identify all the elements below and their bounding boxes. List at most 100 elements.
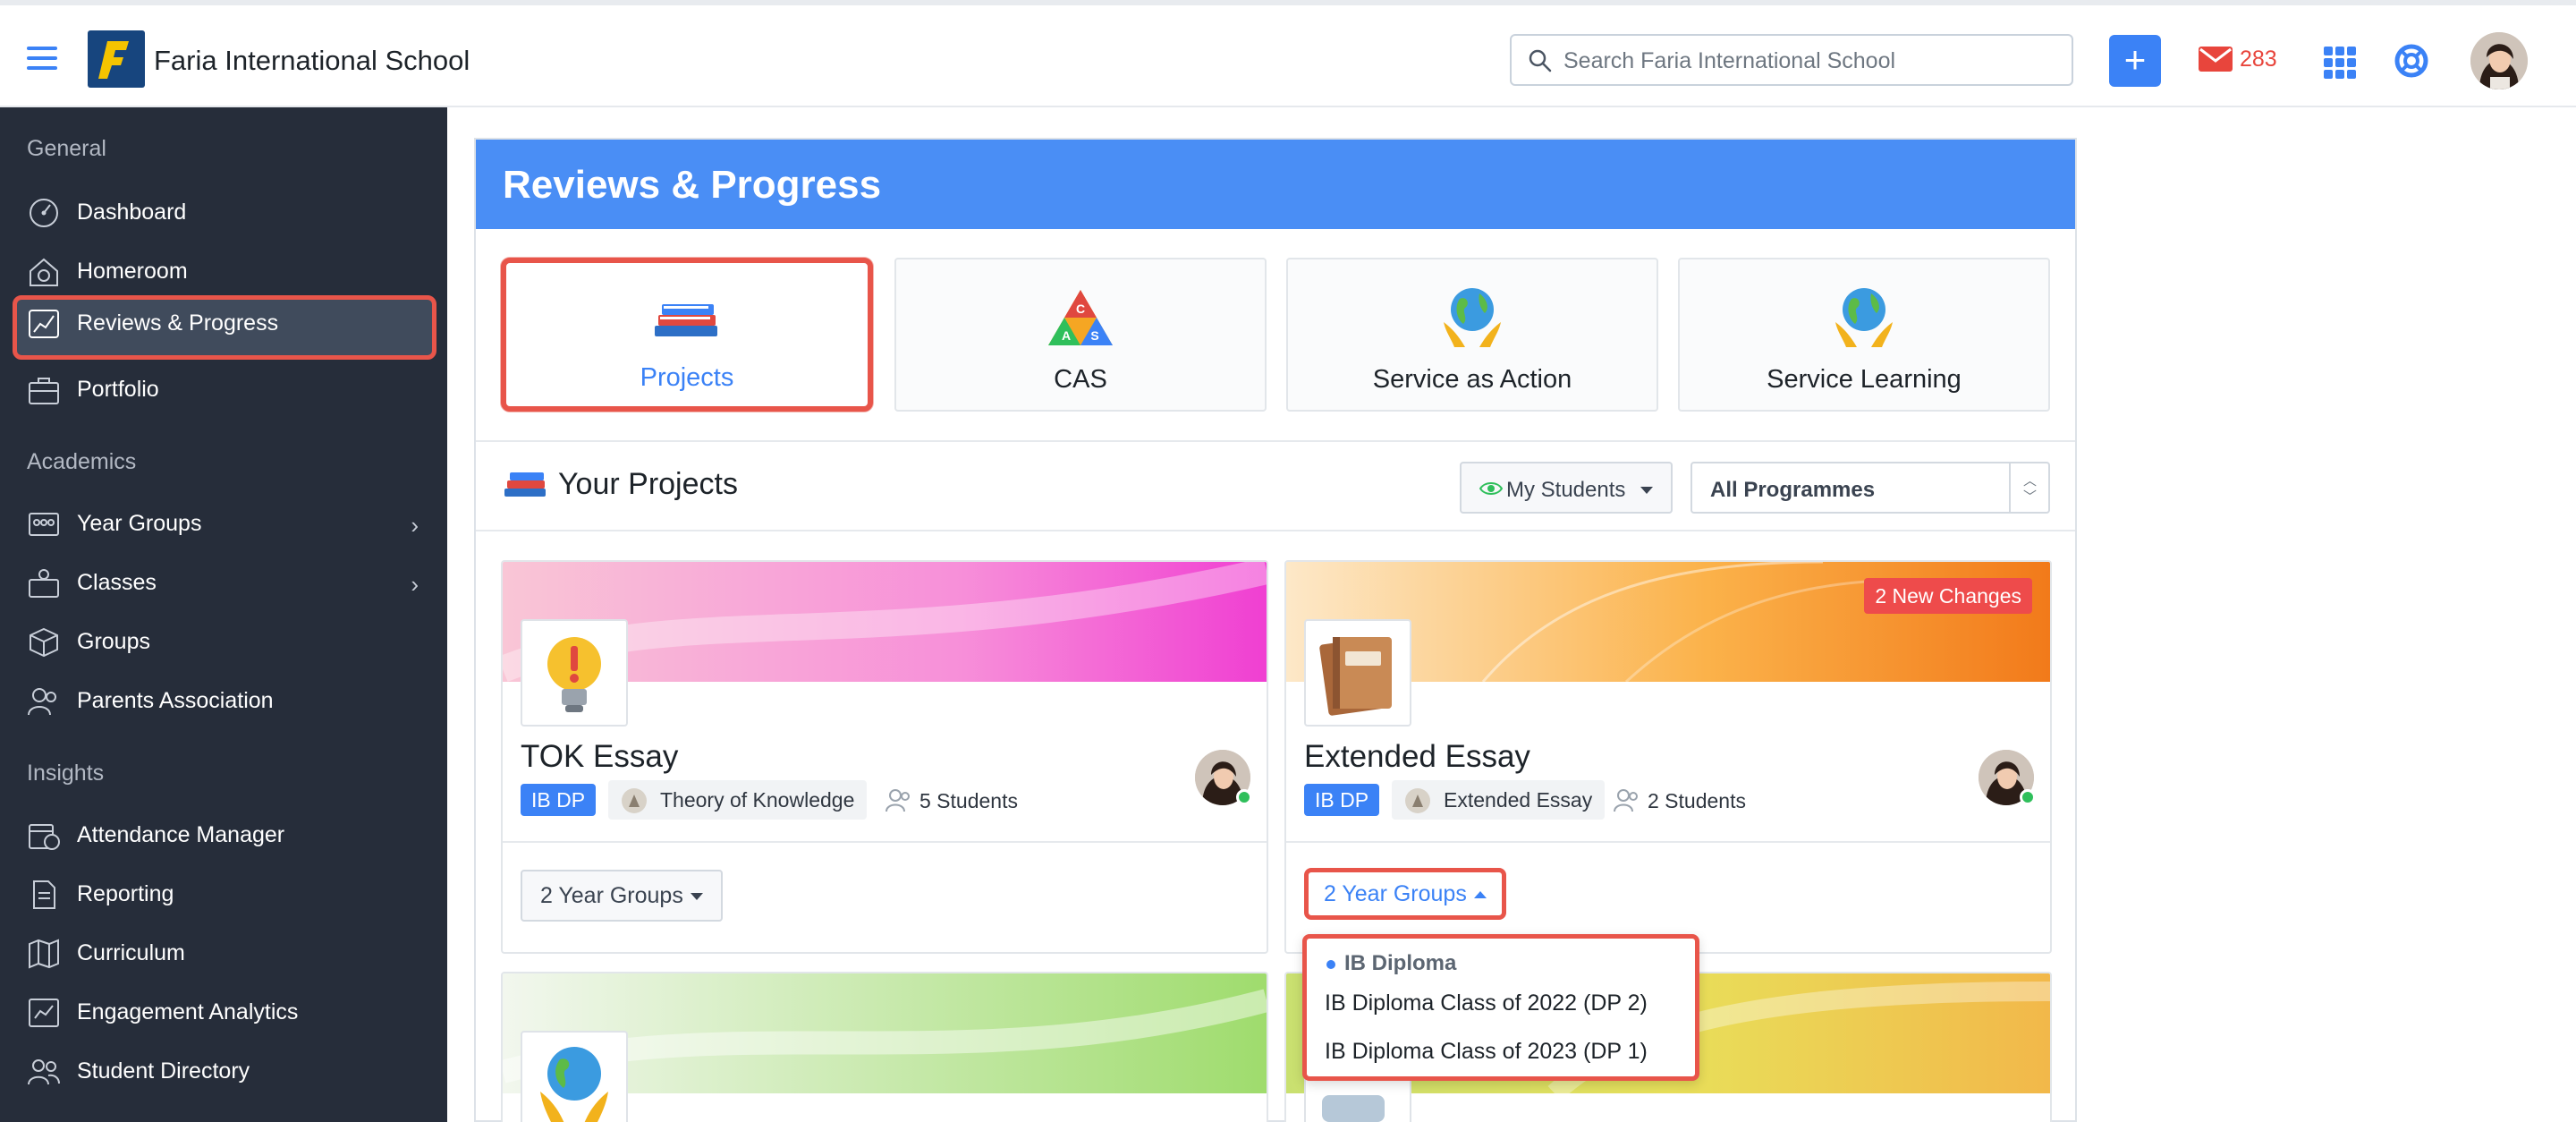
sidebar-section-general: General [27,136,106,161]
sidebar-item-reporting[interactable]: Reporting [13,866,436,922]
students-count: 5 Students [919,789,1018,812]
help-lifering-icon[interactable] [2394,43,2429,79]
search-box[interactable] [1510,34,2073,86]
sidebar-item-label: Dashboard [77,200,187,225]
classes-icon [29,569,59,598]
students-icon [886,789,910,812]
subject-icon [622,788,647,813]
year-groups-icon [29,513,59,536]
sidebar-item-engagement-analytics[interactable]: Engagement Analytics [13,984,436,1040]
chart-line-icon [29,310,59,338]
new-changes-badge[interactable]: 2 New Changes [1864,578,2032,614]
search-icon [1529,49,1552,72]
sidebar-item-homeroom[interactable]: Homeroom [13,243,436,299]
tile-label: Service Learning [1767,365,1962,394]
subject-chip: Extended Essay [1392,780,1606,820]
tile-service-learning[interactable]: Service Learning [1678,258,2050,412]
project-thumbnail [521,619,628,727]
globe-hands-icon [540,1047,608,1122]
school-logo[interactable] [88,30,145,88]
students-count: 2 Students [1648,789,1746,812]
my-students-label: My Students [1506,478,1626,502]
apps-grid-icon[interactable] [2324,47,2356,79]
caret-up-icon [1473,891,1487,899]
calendar-clock-icon [29,824,60,850]
sidebar-item-student-directory[interactable]: Student Directory [13,1043,436,1099]
dropdown-group-header: IB Diploma [1326,951,1456,976]
users-icon [28,688,56,716]
school-name[interactable]: Faria International School [154,45,470,77]
page-title: Reviews & Progress [503,163,882,207]
project-card-tok-essay[interactable]: TOK Essay IB DP Theory of Knowledge 5 St… [501,560,1268,954]
mail-icon[interactable] [2199,47,2233,72]
sidebar-item-label: Classes [77,570,157,595]
homeroom-icon [30,258,58,286]
project-thumbnail [1304,619,1411,727]
dropdown-option[interactable]: IB Diploma Class of 2022 (DP 2) [1325,990,1648,1016]
owner-avatar[interactable] [1195,750,1252,805]
sidebar-item-portfolio[interactable]: Portfolio [13,361,436,417]
project-card[interactable] [501,972,1268,1122]
add-button[interactable]: + [2109,35,2161,87]
sidebar-item-parents-association[interactable]: Parents Association [13,673,436,728]
books-icon [504,472,546,497]
divider [503,841,1267,843]
tile-service-as-action[interactable]: Service as Action [1286,258,1658,412]
tile-label: Service as Action [1372,365,1572,394]
globe-hands-icon [1444,288,1501,347]
project-thumbnail [521,1031,628,1122]
tile-cas[interactable]: C A S CA S [894,258,1267,412]
select-arrows-icon: ︿ ﹀ [2009,463,2048,512]
mail-count[interactable]: 283 [2240,47,2277,72]
programme-select[interactable]: All Programmes ︿ ﹀ [1690,462,2050,514]
tile-projects[interactable]: Projects [501,258,873,412]
menu-icon[interactable] [27,47,57,70]
subject-label: Extended Essay [1444,788,1593,812]
subject-label: Theory of Knowledge [660,788,855,812]
sidebar-item-dashboard[interactable]: Dashboard [13,184,436,240]
briefcase-icon [29,378,59,404]
map-icon [29,939,59,969]
owner-avatar[interactable] [1979,750,2036,805]
svg-text:C: C [1076,302,1085,316]
sidebar-item-groups[interactable]: Groups [13,614,436,669]
lightbulb-icon [547,637,601,712]
directory-icon [28,1059,60,1085]
svg-text:A: A [1062,328,1071,343]
project-card-extended-essay[interactable]: 2 New Changes Extended Essay IB DP Exten… [1284,560,2052,954]
subject-chip: Theory of Knowledge [608,780,868,820]
sidebar-item-label: Homeroom [77,259,188,284]
cas-triangle-icon: C A S [1048,290,1113,345]
reviews-progress-panel: Reviews & Progress Projects C A S CA S Se… [474,138,2077,1122]
sidebar-item-reviews-progress[interactable]: Reviews & Progress [13,295,436,360]
sidebar-item-label: Student Directory [77,1058,250,1084]
sidebar-item-label: Groups [77,629,150,654]
search-input[interactable] [1563,43,2064,79]
year-groups-button[interactable]: 2 Year Groups [521,870,723,922]
sidebar-item-curriculum[interactable]: Curriculum [13,925,436,981]
my-students-filter[interactable]: My Students [1460,462,1673,514]
user-avatar[interactable] [2470,32,2528,89]
sidebar-item-year-groups[interactable]: Year Groups › [13,496,436,551]
sidebar-item-label: Reporting [77,881,174,906]
sidebar-item-classes[interactable]: Classes › [13,555,436,610]
online-status-dot [1236,789,1252,805]
project-name[interactable]: Extended Essay [1304,739,1530,775]
svg-text:S: S [1090,328,1098,343]
chevron-right-icon: › [411,512,419,539]
sidebar-item-attendance-manager[interactable]: Attendance Manager [13,807,436,863]
year-groups-label: 2 Year Groups [540,883,683,908]
online-status-dot [2020,789,2036,805]
dropdown-option[interactable]: IB Diploma Class of 2023 (DP 1) [1325,1039,1648,1065]
subject-icon [1405,788,1430,813]
sidebar-item-label: Curriculum [77,940,185,965]
project-name[interactable]: TOK Essay [521,739,678,775]
tile-label: Projects [640,363,734,392]
chevron-right-icon: › [411,571,419,598]
year-groups-button[interactable]: 2 Year Groups [1304,868,1506,920]
your-projects-title: Your Projects [558,467,738,501]
divider [1286,841,2050,843]
eye-icon [1479,482,1503,495]
year-groups-dropdown: IB Diploma IB Diploma Class of 2022 (DP … [1302,934,1699,1081]
dashboard-icon [30,199,58,227]
